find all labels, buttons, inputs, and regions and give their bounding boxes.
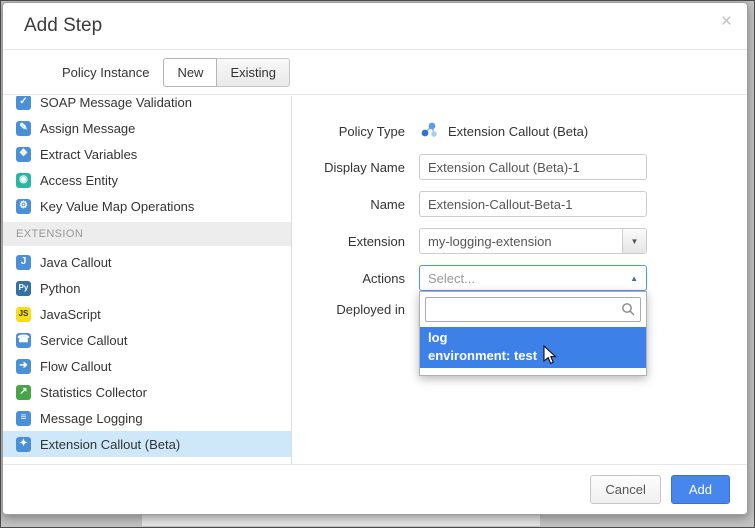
sidebar-item-label: Service Callout <box>40 333 127 348</box>
existing-button[interactable]: Existing <box>216 58 290 87</box>
sidebar-item-label: Statistics Collector <box>40 385 147 400</box>
sidebar-item-python[interactable]: Py Python <box>3 275 291 301</box>
sidebar-item-extract-variables[interactable]: ❖ Extract Variables <box>3 141 291 167</box>
sidebar-item-message-logging[interactable]: ≡ Message Logging <box>3 405 291 431</box>
sidebar-item-label: Java Callout <box>40 255 112 270</box>
sidebar-item-soap-message-validation[interactable]: ✓ SOAP Message Validation <box>3 96 291 115</box>
extension-select-value: my-logging-extension <box>428 234 552 249</box>
display-name-row: Display Name <box>293 154 747 180</box>
sidebar-item-extension-callout-beta[interactable]: ✦ Extension Callout (Beta) <box>3 431 291 457</box>
access-entity-icon: ◉ <box>16 173 31 188</box>
assign-message-icon: ✎ <box>16 121 31 136</box>
sidebar-item-label: Extract Variables <box>40 147 137 162</box>
sidebar-item-access-entity[interactable]: ◉ Access Entity <box>3 167 291 193</box>
flow-callout-icon: ➔ <box>16 359 31 374</box>
sidebar-item-label: JavaScript <box>40 307 101 322</box>
extension-section-header: EXTENSION <box>3 222 291 246</box>
javascript-icon: JS <box>16 307 31 322</box>
policy-type-label: Policy Type <box>293 124 405 139</box>
service-callout-icon: ☎ <box>16 333 31 348</box>
close-icon[interactable]: × <box>721 12 732 31</box>
policy-instance-toggle: New Existing <box>163 58 290 87</box>
actions-option-list: logenvironment: test <box>420 327 646 368</box>
extension-callout-icon: ✦ <box>16 437 31 452</box>
sidebar-item-label: Python <box>40 281 80 296</box>
policy-instance-label: Policy Instance <box>62 65 149 80</box>
deployed-in-label: Deployed in <box>293 302 405 317</box>
cancel-button[interactable]: Cancel <box>590 475 660 504</box>
action-option-sublabel: environment: test <box>420 347 646 368</box>
name-input[interactable] <box>419 191 647 217</box>
java-callout-icon: J <box>16 255 31 270</box>
message-logging-icon: ≡ <box>16 411 31 426</box>
sidebar-item-label: Access Entity <box>40 173 118 188</box>
search-icon <box>621 302 635 321</box>
extension-label: Extension <box>293 234 405 249</box>
name-label: Name <box>293 197 405 212</box>
sidebar-item-label: Extension Callout (Beta) <box>40 437 180 452</box>
policy-list: ✓ SOAP Message Validation ✎ Assign Message ❖… <box>3 96 292 464</box>
sidebar-item-label: Assign Message <box>40 121 135 136</box>
statistics-collector-icon: ↗ <box>16 385 31 400</box>
key-value-map-operations-icon: ⚙ <box>16 199 31 214</box>
chevron-down-icon[interactable]: ▼ <box>622 229 646 253</box>
actions-dropdown-panel: logenvironment: test <box>419 291 647 376</box>
modal-footer: Cancel Add <box>3 464 747 514</box>
sidebar-item-flow-callout[interactable]: ➔ Flow Callout <box>3 353 291 379</box>
sidebar-item-statistics-collector[interactable]: ↗ Statistics Collector <box>3 379 291 405</box>
sidebar-item-assign-message[interactable]: ✎ Assign Message <box>3 115 291 141</box>
policy-instance-row: Policy Instance New Existing <box>3 51 747 95</box>
display-name-input[interactable] <box>419 154 647 180</box>
sidebar-item-key-value-map-operations[interactable]: ⚙ Key Value Map Operations <box>3 193 291 219</box>
new-button[interactable]: New <box>163 58 217 87</box>
chevron-up-icon: ▲ <box>630 274 638 283</box>
page: Add Step × Policy Instance New Existing … <box>0 0 755 528</box>
policy-type-row: Policy Type Extension Callo <box>293 120 747 143</box>
policy-form: Policy Type Extension Callo <box>293 96 747 464</box>
sidebar-item-java-callout[interactable]: J Java Callout <box>3 249 291 275</box>
sidebar-item-label: SOAP Message Validation <box>40 96 192 110</box>
soap-message-validation-icon: ✓ <box>16 96 31 110</box>
actions-select[interactable]: Select... ▲ <box>419 265 647 291</box>
actions-select-value: Select... <box>428 271 475 286</box>
extension-row: Extension my-logging-extension ▼ <box>293 228 747 254</box>
extension-select[interactable]: my-logging-extension ▼ <box>419 228 647 254</box>
actions-row: Actions Select... ▲ <box>293 265 747 291</box>
sidebar-item-label: Message Logging <box>40 411 143 426</box>
sidebar-item-label: Key Value Map Operations <box>40 199 194 214</box>
actions-label: Actions <box>293 271 405 286</box>
actions-search-input[interactable] <box>425 297 641 322</box>
python-icon: Py <box>16 281 31 296</box>
action-option-label: log <box>420 327 646 347</box>
policy-type-value: Extension Callout (Beta) <box>448 124 588 139</box>
sidebar-item-javascript[interactable]: JS JavaScript <box>3 301 291 327</box>
modal-header: Add Step × <box>3 3 747 50</box>
name-row: Name <box>293 191 747 217</box>
add-button[interactable]: Add <box>671 475 730 504</box>
sidebar-item-label: Flow Callout <box>40 359 112 374</box>
modal-title: Add Step <box>24 15 102 37</box>
sidebar-item-service-callout[interactable]: ☎ Service Callout <box>3 327 291 353</box>
action-option[interactable]: logenvironment: test <box>420 327 646 368</box>
add-step-modal: Add Step × Policy Instance New Existing … <box>2 2 748 515</box>
display-name-label: Display Name <box>293 160 405 175</box>
extract-variables-icon: ❖ <box>16 147 31 162</box>
extension-logo-icon <box>419 120 439 143</box>
